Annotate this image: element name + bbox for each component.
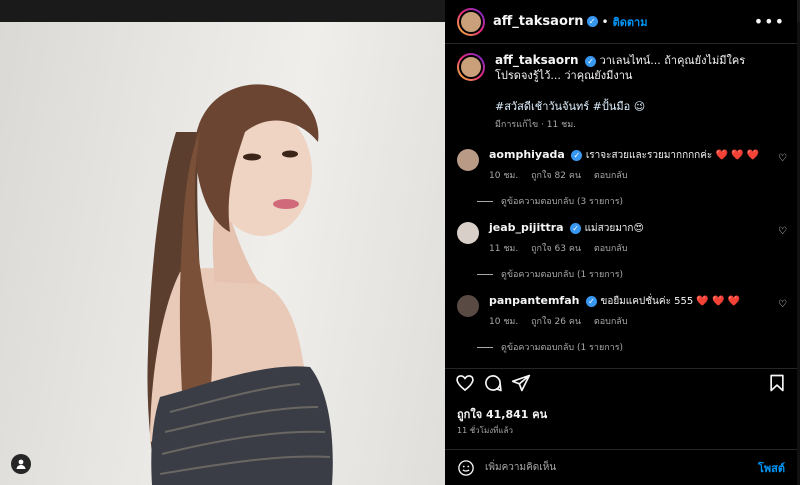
comment-likes[interactable]: ถูกใจ 63 คน bbox=[531, 244, 581, 254]
share-icon[interactable] bbox=[511, 373, 531, 393]
view-replies-text[interactable]: ดูข้อความตอบกลับ (1 รายการ) bbox=[501, 340, 623, 354]
verified-badge-icon: ✓ bbox=[570, 222, 582, 234]
comments-scroll-area[interactable]: aff_taksaorn ✓ วาเลนไทน์... ถ้าคุณยังไม่… bbox=[445, 45, 797, 367]
comment-likes[interactable]: ถูกใจ 26 คน bbox=[531, 317, 581, 327]
view-replies-button[interactable]: ดูข้อความตอบกลับ (1 รายการ) bbox=[477, 267, 797, 281]
comment-time[interactable]: 10 ชม. bbox=[489, 317, 518, 327]
caption-username[interactable]: aff_taksaorn bbox=[495, 53, 579, 67]
comment-username[interactable]: aomphiyada bbox=[489, 148, 565, 161]
comment-meta: 10 ชม. ถูกใจ 26 คน ตอบกลับ bbox=[489, 315, 785, 330]
separator-dot: • bbox=[601, 14, 609, 29]
tag-user-button[interactable] bbox=[11, 454, 31, 474]
caption-block: aff_taksaorn ✓ วาเลนไทน์... ถ้าคุณยังไม่… bbox=[445, 45, 797, 133]
post-side-panel: aff_taksaorn ✓ • ติดตาม ••• aff_taksaorn… bbox=[445, 0, 797, 485]
author-avatar[interactable] bbox=[457, 7, 485, 36]
comment-text: ขอยืมแคปชั่นค่ะ 555 ❤️ ❤️ ❤️ bbox=[600, 296, 741, 307]
view-replies-text[interactable]: ดูข้อความตอบกลับ (1 รายการ) bbox=[501, 267, 623, 281]
comment-item: jeab_pijittra ✓ แม่สวยมาก😍 11 ชม. ถูกใจ … bbox=[445, 220, 797, 281]
comment-like-heart-icon[interactable]: ♡ bbox=[778, 299, 787, 310]
caption-avatar[interactable] bbox=[457, 53, 485, 81]
caption-hashtags[interactable]: #สวัสดีเช้าวันจันทร์ #ปั้นมือ 😉 bbox=[495, 99, 745, 114]
replies-divider-line bbox=[477, 273, 493, 275]
post-comment-button[interactable]: โพสต์ bbox=[758, 459, 785, 477]
comment-like-heart-icon[interactable]: ♡ bbox=[778, 153, 787, 164]
more-icon[interactable]: ••• bbox=[754, 12, 785, 31]
heart-icon[interactable] bbox=[455, 373, 475, 393]
action-bar bbox=[445, 368, 797, 396]
comment-time[interactable]: 11 ชม. bbox=[489, 244, 518, 254]
verified-badge-icon: ✓ bbox=[585, 295, 597, 307]
comment-item: kaeeballada ✓ 😂 😂 😂 😂 สวยค่า ♡ bbox=[445, 366, 797, 367]
comment-like-heart-icon[interactable]: ♡ bbox=[778, 226, 787, 237]
comment-composer: เพิ่มความคิดเห็น โพสต์ bbox=[445, 449, 797, 485]
post-modal: aff_taksaorn ✓ • ติดตาม ••• aff_taksaorn… bbox=[0, 0, 797, 485]
view-replies-button[interactable]: ดูข้อความตอบกลับ (1 รายการ) bbox=[477, 340, 797, 354]
post-photo[interactable] bbox=[0, 22, 445, 485]
comment-likes[interactable]: ถูกใจ 82 คน bbox=[531, 171, 581, 181]
comment-avatar[interactable] bbox=[457, 149, 479, 171]
comment-text: แม่สวยมาก😍 bbox=[584, 223, 644, 234]
follow-button[interactable]: ติดตาม bbox=[613, 13, 648, 31]
comment-input[interactable]: เพิ่มความคิดเห็น bbox=[485, 460, 758, 475]
comment-username[interactable]: jeab_pijittra bbox=[489, 221, 564, 234]
portrait-illustration bbox=[147, 84, 333, 485]
replies-divider-line bbox=[477, 200, 493, 202]
comment-avatar[interactable] bbox=[457, 222, 479, 244]
comment-item: panpantemfah ✓ ขอยืมแคปชั่นค่ะ 555 ❤️ ❤️… bbox=[445, 293, 797, 354]
comment-list: aomphiyada ✓ เราจะสวยและรวยมากกกกค่ะ ❤️ … bbox=[445, 147, 797, 367]
tag-user-icon bbox=[16, 459, 26, 469]
comment-meta: 10 ชม. ถูกใจ 82 คน ตอบกลับ bbox=[489, 169, 785, 184]
post-timestamp[interactable]: 11 ชั่วโมงที่แล้ว bbox=[457, 424, 513, 437]
comment-username[interactable]: panpantemfah bbox=[489, 294, 579, 307]
comment-text: เราจะสวยและรวยมากกกกค่ะ ❤️ ❤️ ❤️ bbox=[585, 150, 760, 161]
comment-item: aomphiyada ✓ เราจะสวยและรวยมากกกกค่ะ ❤️ … bbox=[445, 147, 797, 208]
author-username[interactable]: aff_taksaorn bbox=[493, 14, 584, 29]
verified-badge-icon: ✓ bbox=[586, 16, 598, 27]
comment-reply-button[interactable]: ตอบกลับ bbox=[594, 244, 628, 254]
caption-meta: มีการแก้ไข · 11 ชม. bbox=[495, 120, 576, 130]
comment-time[interactable]: 10 ชม. bbox=[489, 171, 518, 181]
verified-badge-icon: ✓ bbox=[585, 55, 597, 67]
likes-count[interactable]: ถูกใจ 41,841 คน bbox=[457, 405, 547, 423]
bookmark-icon[interactable] bbox=[767, 373, 787, 393]
comment-avatar[interactable] bbox=[457, 295, 479, 317]
comment-reply-button[interactable]: ตอบกลับ bbox=[594, 317, 628, 327]
view-replies-text[interactable]: ดูข้อความตอบกลับ (3 รายการ) bbox=[501, 194, 623, 208]
caption-line-1: วาเลนไทน์... ถ้าคุณยังไม่มีใคร bbox=[599, 54, 746, 67]
view-replies-button[interactable]: ดูข้อความตอบกลับ (3 รายการ) bbox=[477, 194, 797, 208]
post-header: aff_taksaorn ✓ • ติดตาม ••• bbox=[445, 0, 797, 44]
comment-reply-button[interactable]: ตอบกลับ bbox=[594, 171, 628, 181]
replies-divider-line bbox=[477, 346, 493, 348]
caption-line-2: โปรดจงรู้ไว้... ว่าคุณยังมีงาน bbox=[495, 69, 633, 82]
comment-icon[interactable] bbox=[483, 373, 503, 393]
verified-badge-icon: ✓ bbox=[571, 149, 583, 161]
emoji-icon[interactable] bbox=[457, 459, 475, 477]
comment-meta: 11 ชม. ถูกใจ 63 คน ตอบกลับ bbox=[489, 242, 785, 257]
